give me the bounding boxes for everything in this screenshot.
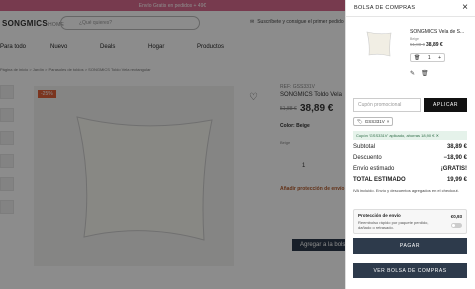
shipping-protection: Protección de envío Reembolso rápido por… (353, 209, 467, 234)
summary-total: TOTAL ESTIMADO 19,99 € (353, 177, 467, 183)
plus-icon[interactable]: + (438, 55, 441, 61)
close-icon[interactable]: × (462, 3, 468, 13)
coupon-input[interactable]: Cupón promocional (353, 98, 421, 112)
pay-button[interactable]: PAGAR (353, 238, 467, 254)
view-cart-button[interactable]: VER BOLSA DE COMPRAS (353, 263, 467, 278)
shipping-protection-price: €0,93 (450, 214, 462, 219)
summary-discount: Descuento −18,90 € (353, 155, 467, 161)
delete-icon[interactable]: 🗑 (421, 70, 429, 77)
summary-subtotal: Subtotal 38,89 € (353, 144, 467, 150)
coupon-code: GSS331V (364, 119, 385, 124)
remove-coupon-icon[interactable]: × (387, 119, 390, 124)
cart-item-name[interactable]: SONGMICS Vela de S... (410, 29, 464, 35)
shipping-protection-toggle[interactable] (451, 223, 462, 228)
cart-item: SONGMICS Vela de S... Beige 51,88 € 38,8… (354, 26, 470, 78)
quantity-value[interactable]: 1 (428, 55, 431, 61)
cart-header: BOLSA DE COMPRAS × (346, 0, 475, 17)
shipping-protection-desc: Reembolso rápido por paquete perdido, da… (358, 220, 429, 230)
cart-item-old-price: 51,88 € (410, 42, 426, 47)
coupon-applied-message: Cupón 'GSS331V' aplicado, ahorras 18,90 … (353, 131, 467, 140)
cart-item-price: 38,89 € (426, 42, 443, 48)
cart-title: BOLSA DE COMPRAS (354, 5, 416, 11)
cart-item-image[interactable] (361, 26, 397, 62)
tax-note: IVA incluido. Envío y descuentos agregad… (353, 188, 459, 193)
quantity-stepper: 🗑 1 + (410, 53, 445, 62)
tag-icon: 🏷 (357, 118, 363, 124)
modal-overlay[interactable] (0, 0, 345, 289)
summary-shipping: Envío estimado ¡GRATIS! (353, 166, 467, 172)
trash-icon[interactable]: 🗑 (414, 55, 420, 61)
cart-item-variant: Beige (410, 37, 419, 41)
shipping-protection-title: Protección de envío (358, 213, 401, 218)
edit-icon[interactable]: ✎ (410, 70, 415, 77)
apply-coupon-button[interactable]: APLICAR (424, 98, 467, 112)
applied-coupon-chip: 🏷 GSS331V × (353, 117, 394, 126)
